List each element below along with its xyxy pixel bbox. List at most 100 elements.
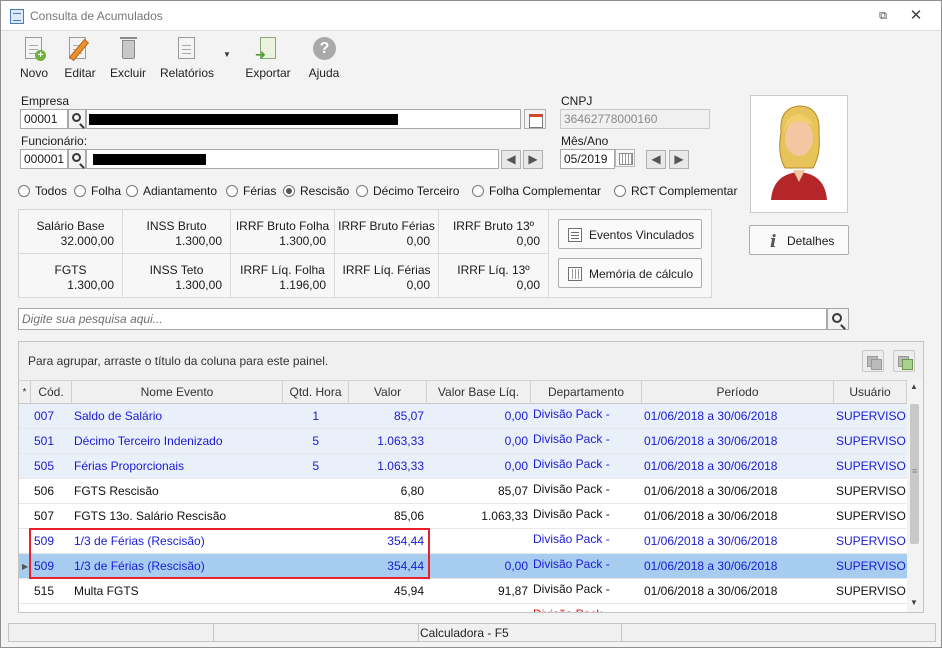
radio-todos[interactable]: Todos: [18, 184, 67, 198]
mesano-next-button[interactable]: ▶: [669, 150, 689, 169]
info-icon: i: [770, 232, 777, 252]
cell-dep: Divisão Pack -: [533, 604, 641, 612]
group-hint: Para agrupar, arraste o título da coluna…: [28, 354, 329, 368]
col-usuario[interactable]: Usuário: [834, 381, 907, 404]
calculadora-shortcut[interactable]: Calculadora - F5: [420, 626, 509, 640]
cell-qtd: [285, 604, 319, 612]
table-row[interactable]: Divisão Pack -: [19, 604, 907, 612]
memoria-calculo-button[interactable]: Memória de cálculo: [558, 258, 702, 288]
relatorios-dropdown-icon[interactable]: ▼: [223, 50, 231, 59]
table-row[interactable]: 505 Férias Proporcionais 5 1.063,33 0,00 Divi…: [19, 454, 907, 479]
cell-valor: [351, 604, 424, 612]
status-bar: Calculadora - F5: [8, 623, 936, 642]
redacted-block: [89, 114, 398, 125]
mesano-input[interactable]: 05/2019: [560, 149, 615, 169]
radio-decimo-terceiro[interactable]: Décimo Terceiro: [356, 184, 459, 198]
funcionario-label: Funcionário:: [21, 134, 88, 148]
col-cod[interactable]: Cód.: [31, 381, 72, 404]
col-valor[interactable]: Valor: [349, 381, 427, 404]
col-periodo[interactable]: Período: [642, 381, 834, 404]
cell-base: [429, 604, 528, 612]
cell-qtd: 5: [312, 434, 319, 448]
summary-panel: Salário Base 32.000,00 INSS Bruto 1.300,00…: [18, 209, 712, 298]
calculator-icon: [568, 267, 582, 281]
cell-qtd: [285, 504, 319, 529]
col-nome-evento[interactable]: Nome Evento: [72, 381, 283, 404]
detalhes-button[interactable]: i Detalhes: [749, 225, 849, 255]
cell-valor: 1.063,33: [377, 459, 424, 473]
cell-nome: Multa FGTS: [74, 584, 139, 598]
eventos-vinculados-button[interactable]: Eventos Vinculados: [558, 219, 702, 249]
novo-button[interactable]: + Novo: [17, 36, 51, 80]
editar-button[interactable]: Editar: [62, 36, 98, 80]
ajuda-button[interactable]: ? Ajuda: [306, 36, 342, 80]
cell-valor: 1.063,33: [377, 434, 424, 448]
radio-ferias[interactable]: Férias: [226, 184, 276, 198]
radio-adiantamento[interactable]: Adiantamento: [126, 184, 217, 198]
excluir-label: Excluir: [109, 66, 146, 80]
search-button[interactable]: [827, 308, 849, 330]
cell-usuario: SUPERVISOR: [836, 534, 906, 548]
grid-header: * Cód. Nome Evento Qtd. Hora Valor Valor…: [19, 380, 907, 404]
empresa-list-button[interactable]: [524, 109, 546, 129]
cell-periodo: 01/06/2018 a 30/06/2018: [644, 459, 778, 473]
cnpj-label: CNPJ: [561, 94, 593, 108]
excluir-button[interactable]: Excluir: [109, 36, 147, 80]
table-row[interactable]: 507 FGTS 13o. Salário Rescisão 85,06 1.063,…: [19, 504, 907, 529]
summary-cell-irrf-bruto-folha: IRRF Bruto Folha 1.300,00: [231, 210, 335, 254]
relatorios-button[interactable]: Relatórios: [158, 36, 216, 80]
cell-dep: Divisão Pack -: [533, 507, 610, 521]
radio-rescisao[interactable]: Rescisão: [283, 184, 349, 198]
empresa-code-input[interactable]: 00001: [20, 109, 68, 129]
calendar-icon[interactable]: [615, 149, 635, 167]
funcionario-code-input[interactable]: 000001: [20, 149, 68, 169]
col-departamento[interactable]: Departamento: [531, 381, 642, 404]
table-row[interactable]: 506 FGTS Rescisão 6,80 85,07 Divisão Pack - 0…: [19, 479, 907, 504]
search-icon: [72, 113, 81, 122]
funcionario-search-button[interactable]: [68, 149, 86, 169]
radio-folha-complementar[interactable]: Folha Complementar: [472, 184, 601, 198]
highlight-box: [29, 528, 430, 579]
group-options-icon[interactable]: [893, 350, 915, 372]
col-valor-base[interactable]: Valor Base Líq.: [427, 381, 531, 404]
cell-dep: Divisão Pack -: [533, 482, 610, 496]
cell-cod: 507: [34, 509, 55, 523]
toolbar: + Novo Editar Excluir Relatórios ▼ Expor…: [2, 32, 940, 82]
cell-periodo: 01/06/2018 a 30/06/2018: [644, 409, 778, 423]
editar-label: Editar: [64, 66, 96, 80]
radio-folha[interactable]: Folha: [74, 184, 121, 198]
cell-dep: Divisão Pack -: [533, 457, 610, 471]
ungroup-icon: [862, 350, 884, 372]
summary-cell-inss-teto: INSS Teto 1.300,00: [123, 254, 231, 298]
window-title: Consulta de Acumulados: [30, 9, 163, 23]
scroll-down-icon[interactable]: ▼: [910, 598, 918, 607]
radio-rct-complementar[interactable]: RCT Complementar: [614, 184, 737, 198]
search-input[interactable]: Digite sua pesquisa aqui...: [18, 308, 827, 330]
summary-cell-irrf-liq-13: IRRF Líq. 13º 0,00: [439, 254, 549, 298]
exportar-button[interactable]: Exportar: [243, 36, 293, 80]
next-arrow-button[interactable]: ▶: [523, 150, 543, 169]
scroll-up-icon[interactable]: ▲: [910, 382, 918, 391]
vertical-scrollbar[interactable]: ▲ ≡ ▼: [907, 380, 923, 612]
table-row[interactable]: 501 Décimo Terceiro Indenizado 5 1.063,33 0,…: [19, 429, 907, 454]
restore-icon[interactable]: ⧉: [877, 10, 889, 22]
close-icon[interactable]: ✕: [906, 7, 926, 25]
table-row[interactable]: 007 Saldo de Salário 1 85,07 0,00 Divisão Pac…: [19, 404, 907, 429]
cell-base: 1.063,33: [481, 509, 528, 523]
summary-cell-irrf-liq-folha: IRRF Líq. Folha 1.196,00: [231, 254, 335, 298]
empresa-search-button[interactable]: [68, 109, 86, 129]
empresa-name-input[interactable]: [86, 109, 521, 129]
funcionario-name-input[interactable]: [86, 149, 499, 169]
table-row[interactable]: 515 Multa FGTS 45,94 91,87 Divisão Pack - 01/…: [19, 579, 907, 604]
detalhes-label: Detalhes: [787, 234, 835, 248]
cell-base: 0,00: [504, 559, 528, 573]
prev-arrow-button[interactable]: ◀: [501, 150, 521, 169]
summary-cell-irrf-bruto-13: IRRF Bruto 13º 0,00: [439, 210, 549, 254]
cell-cod: 007: [34, 409, 55, 423]
cell-base: [429, 529, 528, 554]
cell-usuario: SUPERVISOR: [836, 484, 906, 498]
mesano-prev-button[interactable]: ◀: [646, 150, 666, 169]
col-qtd-hora[interactable]: Qtd. Hora: [283, 381, 349, 404]
cell-usuario: SUPERVISOR: [836, 409, 906, 423]
cell-base: 85,07: [497, 484, 528, 498]
